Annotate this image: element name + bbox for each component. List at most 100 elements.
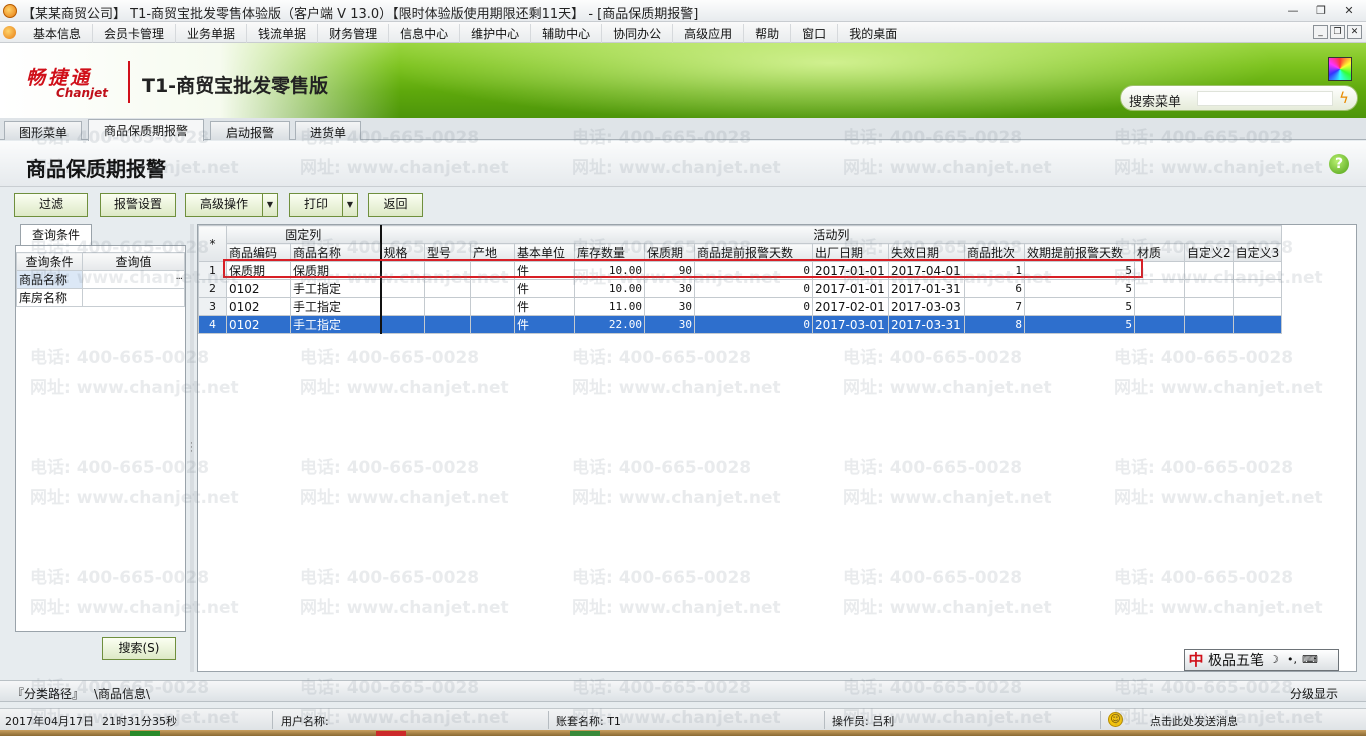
cell-c3[interactable]	[1232, 297, 1283, 316]
menu-search-input[interactable]	[1197, 91, 1333, 106]
taskbar-app-icon[interactable]	[376, 731, 406, 736]
cell-c3[interactable]	[1232, 261, 1283, 280]
help-icon[interactable]: ?	[1329, 154, 1349, 174]
cell-code[interactable]: 0102	[226, 279, 291, 298]
mdi-restore-icon[interactable]: ❐	[1330, 25, 1345, 39]
col-header-warn-days[interactable]: 商品提前报警天数	[694, 243, 813, 262]
panel-splitter[interactable]: · · ·	[190, 224, 194, 672]
cell-name[interactable]: 手工指定	[290, 297, 382, 316]
cell-origin[interactable]	[470, 279, 515, 298]
cell-name[interactable]: 保质期	[290, 261, 382, 280]
close-icon[interactable]: ✕	[1338, 3, 1360, 19]
cell-model[interactable]	[424, 297, 471, 316]
print-button[interactable]: 打印	[289, 193, 343, 217]
cell-warn_days[interactable]: 0	[694, 261, 813, 280]
cell-batch[interactable]: 6	[964, 279, 1025, 298]
cell-exp_warn[interactable]: 5	[1024, 261, 1135, 280]
col-header-mfg-date[interactable]: 出厂日期	[812, 243, 889, 262]
ime-name[interactable]: 极品五笔	[1208, 650, 1264, 670]
half-width-moon-icon[interactable]: ☽	[1266, 652, 1282, 668]
cell-mfg[interactable]: 2017-02-01	[812, 297, 889, 316]
col-header-qty[interactable]: 库存数量	[574, 243, 645, 262]
cell-c3[interactable]	[1232, 279, 1283, 298]
cell-batch[interactable]: 7	[964, 297, 1025, 316]
cell-material[interactable]	[1134, 279, 1185, 298]
menu-maintenance[interactable]: 维护中心	[460, 24, 532, 43]
menu-window[interactable]: 窗口	[791, 24, 839, 43]
value-cell[interactable]: ···	[82, 270, 185, 289]
restore-icon[interactable]: ❐	[1310, 3, 1332, 19]
cell-model[interactable]	[424, 261, 471, 280]
cell-shelf[interactable]: 90	[644, 261, 695, 280]
smile-icon[interactable]: ☺	[1108, 712, 1123, 727]
cell-c2[interactable]	[1184, 297, 1234, 316]
cell-batch[interactable]: 1	[964, 261, 1025, 280]
grid-corner[interactable]: *	[198, 225, 227, 262]
cell-code[interactable]: 0102	[226, 297, 291, 316]
cell-material[interactable]	[1134, 261, 1185, 280]
advanced-ops-dropdown-icon[interactable]: ▼	[262, 193, 278, 217]
cell-name[interactable]: 手工指定	[290, 279, 382, 298]
tab-shelf-life-alarm[interactable]: 商品保质期报警	[88, 119, 204, 141]
category-path-label[interactable]: 『分类路径』	[12, 685, 84, 702]
punctuation-icon[interactable]: •,	[1284, 652, 1300, 668]
menu-info-center[interactable]: 信息中心	[389, 24, 461, 43]
send-message-link[interactable]: 点击此处发送消息	[1150, 713, 1238, 729]
cell-c2[interactable]	[1184, 279, 1234, 298]
tab-startup-alarm[interactable]: 启动报警	[210, 121, 290, 140]
cell-exp_warn[interactable]: 5	[1024, 315, 1135, 334]
cell-mfg[interactable]: 2017-01-01	[812, 261, 889, 280]
col-header-origin[interactable]: 产地	[470, 243, 515, 262]
cell-mfg[interactable]: 2017-03-01	[812, 315, 889, 334]
cell-exp[interactable]: 2017-01-31	[888, 279, 965, 298]
col-header-shelf-life[interactable]: 保质期	[644, 243, 695, 262]
cell-model[interactable]	[424, 315, 471, 334]
row-number[interactable]: 3	[198, 297, 227, 316]
cell-shelf[interactable]: 30	[644, 315, 695, 334]
menu-advanced[interactable]: 高级应用	[673, 24, 745, 43]
cell-unit[interactable]: 件	[514, 279, 575, 298]
col-header-name[interactable]: 商品名称	[290, 243, 382, 262]
cell-shelf[interactable]: 30	[644, 279, 695, 298]
menu-basic-info[interactable]: 基本信息	[22, 24, 94, 43]
advanced-ops-button[interactable]: 高级操作	[185, 193, 263, 217]
cell-c2[interactable]	[1184, 315, 1234, 334]
table-row[interactable]: 3 0102 手工指定 件 11.00 30 0 2017-02-01 2017-03-03 7 5	[198, 297, 1283, 316]
search-button[interactable]: 搜索(S)	[102, 637, 176, 660]
cell-warn_days[interactable]: 0	[694, 279, 813, 298]
cell-c2[interactable]	[1184, 261, 1234, 280]
cell-exp_warn[interactable]: 5	[1024, 279, 1135, 298]
col-header-code[interactable]: 商品编码	[226, 243, 291, 262]
tab-purchase-order[interactable]: 进货单	[295, 121, 361, 140]
cell-c3[interactable]	[1232, 315, 1283, 334]
menu-collaboration[interactable]: 协同办公	[602, 24, 674, 43]
cell-qty[interactable]: 10.00	[574, 279, 645, 298]
col-header-custom3[interactable]: 自定义3	[1232, 243, 1283, 262]
table-row[interactable]: 2 0102 手工指定 件 10.00 30 0 2017-01-01 2017-01-31 6 5	[198, 279, 1283, 298]
menu-my-desktop[interactable]: 我的桌面	[838, 24, 908, 43]
col-header-spec[interactable]: 规格	[380, 243, 425, 262]
col-header-model[interactable]: 型号	[424, 243, 471, 262]
menu-member-card[interactable]: 会员卡管理	[93, 24, 177, 43]
col-header-unit[interactable]: 基本单位	[514, 243, 575, 262]
cell-unit[interactable]: 件	[514, 261, 575, 280]
soft-keyboard-icon[interactable]: ⌨	[1302, 652, 1318, 668]
row-number[interactable]: 2	[198, 279, 227, 298]
mdi-close-icon[interactable]: ✕	[1347, 25, 1362, 39]
menu-app-icon[interactable]	[3, 26, 16, 39]
cell-spec[interactable]	[380, 261, 425, 280]
cell-exp[interactable]: 2017-03-03	[888, 297, 965, 316]
row-number[interactable]: 1	[198, 261, 227, 280]
category-path-value[interactable]: \商品信息\	[94, 685, 150, 702]
print-dropdown-icon[interactable]: ▼	[342, 193, 358, 217]
col-header-exp-date[interactable]: 失效日期	[888, 243, 965, 262]
value-cell[interactable]	[82, 288, 185, 307]
condition-cell[interactable]: 商品名称	[16, 270, 83, 289]
cell-unit[interactable]: 件	[514, 315, 575, 334]
lightning-icon[interactable]: ϟ	[1339, 89, 1349, 107]
skin-color-icon[interactable]	[1328, 57, 1352, 81]
filter-button[interactable]: 过滤	[14, 193, 88, 217]
condition-cell[interactable]: 库房名称	[16, 288, 83, 307]
cell-spec[interactable]	[380, 315, 425, 334]
cell-warn_days[interactable]: 0	[694, 315, 813, 334]
